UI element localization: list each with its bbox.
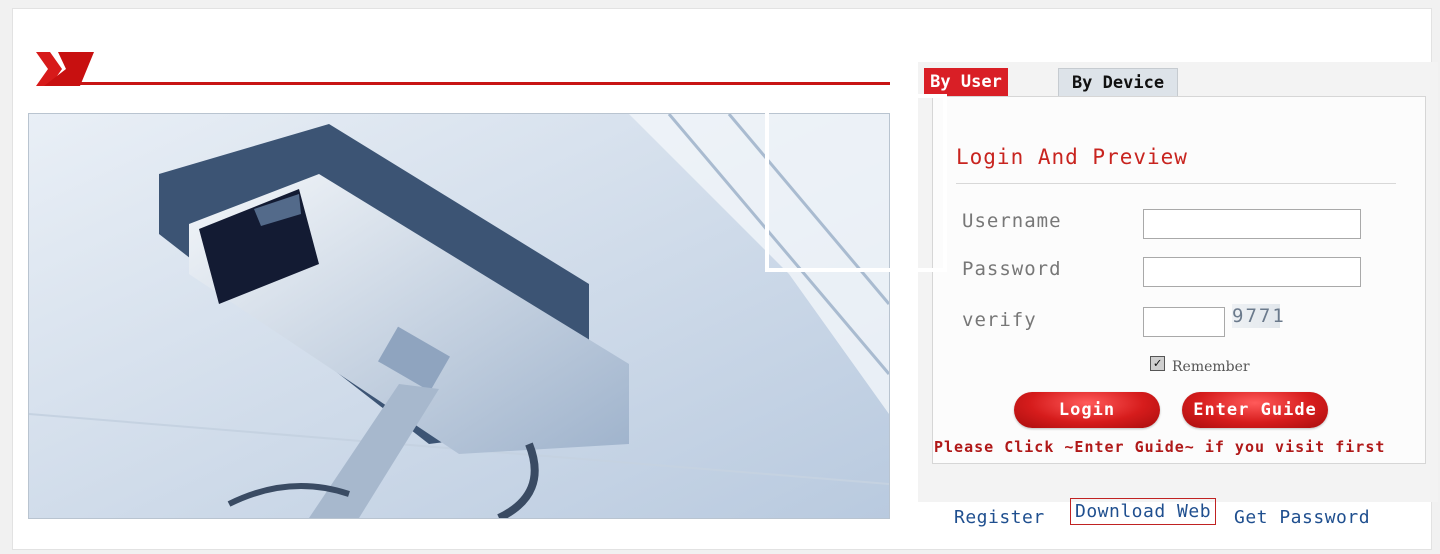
remember-label: Remember (1172, 359, 1250, 375)
remember-checkbox[interactable]: ✓ (1150, 356, 1165, 371)
username-input[interactable] (1143, 209, 1361, 239)
password-label: Password (962, 258, 1062, 280)
verify-label: verify (962, 309, 1037, 331)
login-button[interactable]: Login (1014, 392, 1160, 428)
tab-by-user[interactable]: By User (924, 68, 1008, 96)
tab-by-device[interactable]: By Device (1058, 68, 1178, 97)
register-link[interactable]: Register (954, 507, 1045, 528)
get-password-link[interactable]: Get Password (1234, 507, 1370, 528)
panel-divider (956, 183, 1396, 184)
header-divider (80, 82, 890, 85)
download-web-link[interactable]: Download Web (1070, 498, 1217, 525)
hero-camera-image (28, 113, 890, 519)
captcha-image[interactable]: 9771 (1232, 304, 1284, 328)
first-visit-notice: Please Click ~Enter Guide~ if you visit … (934, 438, 1386, 456)
enter-guide-button[interactable]: Enter Guide (1182, 392, 1328, 428)
verify-input[interactable] (1143, 307, 1225, 337)
password-input[interactable] (1143, 257, 1361, 287)
username-label: Username (962, 210, 1062, 232)
panel-title: Login And Preview (956, 145, 1188, 169)
